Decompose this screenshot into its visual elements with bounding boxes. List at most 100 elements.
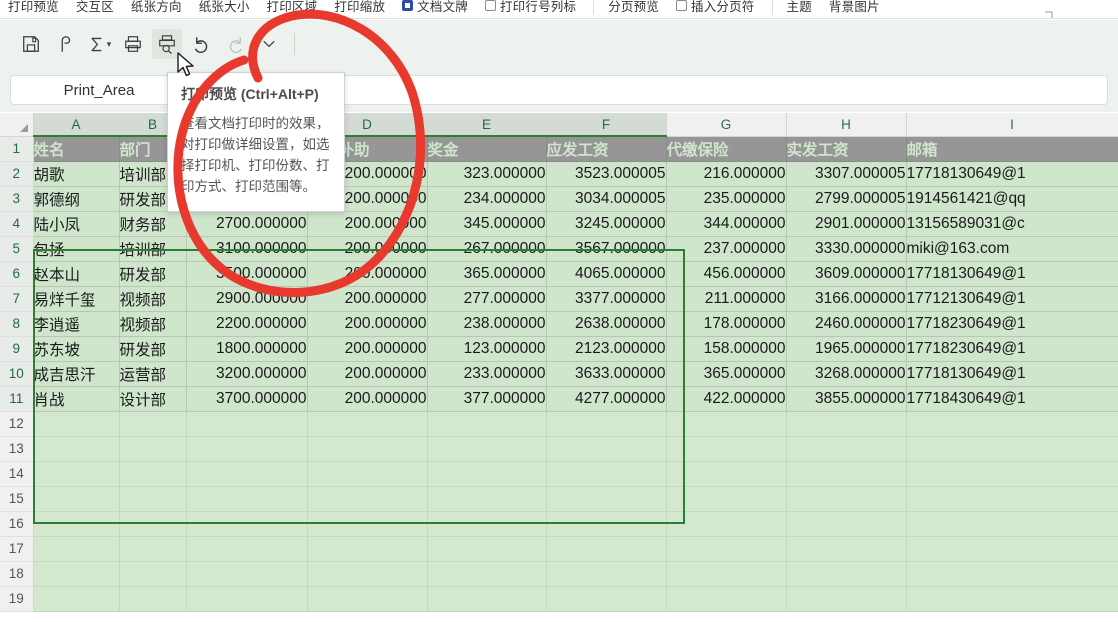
table-row[interactable]: 10 成吉思汗 运营部 3200.000000 200.000000 233.000000… — [0, 361, 1118, 387]
cell[interactable] — [546, 486, 667, 512]
cell[interactable]: 成吉思汗 — [33, 361, 120, 387]
cell[interactable] — [786, 536, 907, 562]
cell[interactable]: 研发部 — [119, 261, 187, 287]
cell[interactable]: 233.000000 — [427, 361, 547, 387]
cell[interactable]: 3330.000000 — [786, 236, 907, 262]
cell[interactable] — [119, 461, 187, 487]
cell[interactable]: 3245.000000 — [546, 211, 667, 237]
cell[interactable] — [119, 511, 187, 537]
cell[interactable]: 3700.000000 — [186, 386, 308, 412]
cell[interactable] — [666, 511, 787, 537]
table-row[interactable]: 12 — [0, 411, 1118, 437]
cell[interactable]: 267.000000 — [427, 236, 547, 262]
cell[interactable]: 培训部 — [119, 236, 187, 262]
table-row[interactable]: 11 肖战 设计部 3700.000000 200.000000 377.000000 42… — [0, 386, 1118, 412]
cell[interactable]: 2901.000000 — [786, 211, 907, 237]
ribbon-item-9[interactable]: 插入分页符 — [676, 0, 755, 15]
checkbox-icon[interactable] — [402, 0, 414, 11]
column-header-g[interactable]: G — [666, 113, 787, 137]
print-icon[interactable] — [118, 29, 148, 59]
cell[interactable]: 3377.000000 — [546, 286, 667, 312]
cell[interactable] — [119, 436, 187, 462]
cell[interactable] — [307, 436, 428, 462]
cell[interactable]: 3034.000005 — [546, 186, 667, 212]
ribbon-item-5[interactable]: 打印缩放 — [334, 0, 385, 15]
cell[interactable] — [906, 561, 1118, 587]
cell[interactable]: 财务部 — [119, 211, 187, 237]
cell[interactable] — [906, 461, 1118, 487]
cell[interactable]: 211.000000 — [666, 286, 787, 312]
cell[interactable] — [119, 486, 187, 512]
cell[interactable] — [186, 586, 308, 612]
cell[interactable] — [186, 411, 308, 437]
cell[interactable]: 345.000000 — [427, 211, 547, 237]
row-header-6[interactable]: 6 — [0, 261, 34, 287]
cell[interactable]: 200.000000 — [307, 211, 428, 237]
table-row[interactable]: 7 易烊千玺 视频部 2900.000000 200.000000 277.000000 3… — [0, 286, 1118, 312]
cell[interactable] — [906, 586, 1118, 612]
cell[interactable]: 238.000000 — [427, 311, 547, 337]
cell[interactable]: 1800.000000 — [186, 336, 308, 362]
table-row[interactable]: 18 — [0, 561, 1118, 587]
cell[interactable]: 2700.000000 — [186, 211, 308, 237]
cell[interactable] — [33, 411, 120, 437]
row-header-4[interactable]: 4 — [0, 211, 34, 237]
row-header-16[interactable]: 16 — [0, 511, 34, 537]
cell[interactable] — [307, 461, 428, 487]
cell[interactable]: 17718230649@1 — [906, 336, 1118, 362]
cell[interactable] — [119, 586, 187, 612]
row-header-19[interactable]: 19 — [0, 586, 34, 612]
cell[interactable]: 3609.000000 — [786, 261, 907, 287]
cell[interactable]: 视频部 — [119, 286, 187, 312]
cell[interactable]: 17712130649@1 — [906, 286, 1118, 312]
ribbon-item-0[interactable]: 打印预览 — [8, 0, 59, 15]
table-row[interactable]: 14 — [0, 461, 1118, 487]
cell[interactable] — [546, 411, 667, 437]
cell[interactable] — [427, 511, 547, 537]
cell[interactable] — [307, 511, 428, 537]
cell[interactable]: 200.000000 — [307, 336, 428, 362]
cell[interactable]: 2799.000005 — [786, 186, 907, 212]
cell[interactable]: 代缴保险 — [666, 136, 787, 162]
row-header-14[interactable]: 14 — [0, 461, 34, 487]
cell[interactable]: 17718430649@1 — [906, 386, 1118, 412]
name-box[interactable]: Print_Area — [10, 75, 188, 105]
cell[interactable]: 1965.000000 — [786, 336, 907, 362]
cell[interactable]: 设计部 — [119, 386, 187, 412]
cell[interactable] — [186, 486, 308, 512]
cell[interactable] — [307, 561, 428, 587]
chevron-down-icon[interactable] — [254, 29, 284, 59]
cell[interactable] — [786, 411, 907, 437]
cell[interactable]: 17718130649@1 — [906, 161, 1118, 187]
cell[interactable] — [906, 536, 1118, 562]
cell[interactable]: 235.000000 — [666, 186, 787, 212]
ribbon-item-6[interactable]: 文档文牌 — [402, 0, 468, 15]
undo-icon[interactable] — [186, 29, 216, 59]
row-header-9[interactable]: 9 — [0, 336, 34, 362]
cell[interactable]: 377.000000 — [427, 386, 547, 412]
row-header-18[interactable]: 18 — [0, 561, 34, 587]
cell[interactable]: 17718130649@1 — [906, 261, 1118, 287]
cell[interactable] — [33, 536, 120, 562]
row-header-3[interactable]: 3 — [0, 186, 34, 212]
cell[interactable] — [666, 411, 787, 437]
cell[interactable]: 3500.000000 — [186, 261, 308, 287]
ribbon-item-8[interactable]: 分页预览 — [608, 0, 659, 15]
cell[interactable]: 3633.000000 — [546, 361, 667, 387]
cell[interactable] — [906, 511, 1118, 537]
cell[interactable] — [119, 561, 187, 587]
cell[interactable]: 123.000000 — [427, 336, 547, 362]
autosum-icon[interactable]: ▾ — [84, 29, 114, 59]
ribbon-item-10[interactable]: 主题 — [787, 0, 812, 15]
row-header-17[interactable]: 17 — [0, 536, 34, 562]
cell[interactable] — [666, 536, 787, 562]
cell[interactable] — [786, 461, 907, 487]
save-icon[interactable] — [16, 29, 46, 59]
row-header-12[interactable]: 12 — [0, 411, 34, 437]
cell[interactable]: 3200.000000 — [186, 361, 308, 387]
cell[interactable] — [666, 436, 787, 462]
cell[interactable] — [307, 411, 428, 437]
cell[interactable]: 陆小凤 — [33, 211, 120, 237]
ribbon-item-3[interactable]: 纸张大小 — [199, 0, 250, 15]
cell[interactable]: 200.000000 — [307, 261, 428, 287]
